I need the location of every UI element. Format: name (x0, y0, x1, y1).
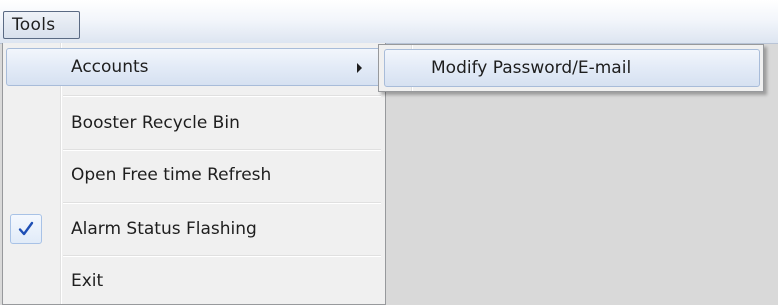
menu-item-exit-label: Exit (71, 271, 104, 291)
menu-item-open-free-time-refresh-label: Open Free time Refresh (71, 165, 272, 185)
submenu-item-modify-password-email[interactable]: Modify Password/E-mail (384, 49, 760, 87)
submenu-arrow-icon (357, 63, 362, 73)
menu-separator (63, 149, 381, 151)
menu-separator (63, 255, 381, 257)
menu-tools[interactable]: Tools (3, 11, 80, 39)
menu-item-open-free-time-refresh[interactable]: Open Free time Refresh (6, 156, 382, 194)
checkmark-icon (10, 214, 42, 244)
submenu-item-modify-password-email-label: Modify Password/E-mail (431, 58, 632, 78)
menu-item-alarm-status-flashing[interactable]: Alarm Status Flashing (6, 210, 382, 248)
menu-item-booster-recycle-bin[interactable]: Booster Recycle Bin (6, 104, 382, 142)
menu-tools-label: Tools (12, 15, 56, 35)
menu-item-accounts-label: Accounts (71, 57, 149, 77)
menu-item-accounts[interactable]: Accounts (6, 48, 382, 86)
accounts-submenu: Modify Password/E-mail (378, 44, 764, 92)
menu-item-booster-recycle-bin-label: Booster Recycle Bin (71, 113, 240, 133)
menu-bar: Tools (0, 0, 778, 44)
tools-dropdown-menu: Accounts Booster Recycle Bin Open Free t… (2, 43, 386, 305)
menu-item-exit[interactable]: Exit (6, 262, 382, 300)
menu-separator (63, 95, 381, 97)
menu-item-alarm-status-flashing-label: Alarm Status Flashing (71, 219, 257, 239)
menu-separator (63, 202, 381, 204)
